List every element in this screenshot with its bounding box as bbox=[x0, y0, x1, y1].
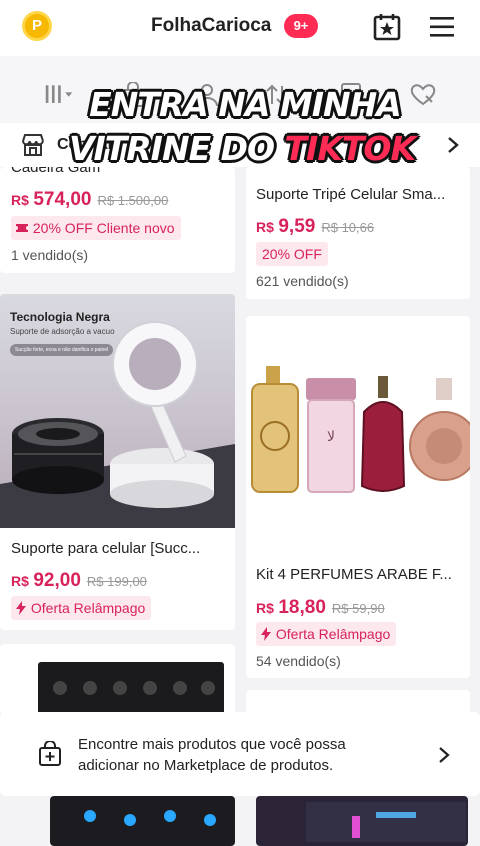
old-price: R$ 1.500,00 bbox=[97, 193, 169, 208]
mixer-lights-illustration bbox=[84, 810, 216, 826]
user-icon[interactable] bbox=[192, 82, 222, 108]
product-title: Kit 4 PERFUMES ARABE F... bbox=[256, 566, 452, 583]
product-title: Suporte Tripé Celular Sma... bbox=[256, 186, 446, 203]
product-card[interactable]: Suporte Tripé Celular Sma... R$ 9,59 R$ 1… bbox=[246, 167, 470, 299]
old-price: R$ 199,00 bbox=[86, 574, 147, 589]
product-image: ﻻ bbox=[246, 316, 470, 548]
marketplace-banner[interactable]: Encontre mais produtos que você possa ad… bbox=[0, 712, 480, 796]
product-card[interactable]: Cadeira Gam R$ 574,00 R$ 1.500,00 20% OFF… bbox=[0, 167, 235, 273]
coins-icon[interactable]: P bbox=[22, 11, 52, 41]
product-card[interactable] bbox=[0, 644, 235, 714]
sort-icon[interactable] bbox=[262, 82, 292, 108]
add-product-bag-icon bbox=[39, 741, 61, 766]
app-header: P FolhaCarioca 9+ bbox=[0, 0, 480, 56]
phone-holder-illustration bbox=[0, 321, 235, 528]
svg-text:ﻻ: ﻻ bbox=[327, 429, 335, 445]
shop-name: FolhaCarioca bbox=[151, 15, 272, 36]
product-price: R$ 9,59 R$ 10,66 bbox=[256, 216, 375, 237]
product-card[interactable]: ﻻ Kit 4 PERFUMES ARABE F... R$ 18,80 R$ 5… bbox=[246, 316, 470, 678]
old-price: R$ 59,90 bbox=[331, 601, 385, 616]
product-title: Suporte para celular [Succ... bbox=[11, 540, 201, 557]
sold-count: 1 vendido(s) bbox=[11, 247, 89, 263]
product-card[interactable]: Tecnologia Negra Suporte de adsorção a v… bbox=[0, 294, 235, 630]
heart-hand-icon[interactable] bbox=[408, 82, 438, 108]
bag-icon[interactable] bbox=[118, 82, 148, 108]
grid-view-icon[interactable] bbox=[44, 82, 74, 108]
document-icon[interactable] bbox=[336, 82, 366, 108]
ticket-icon bbox=[14, 224, 30, 232]
discount-tag: 20% OFF bbox=[256, 242, 328, 266]
product-price: R$ 92,00 R$ 199,00 bbox=[11, 570, 147, 591]
lightning-icon bbox=[261, 627, 271, 641]
chevron-right-icon[interactable] bbox=[446, 135, 460, 155]
keyboard-illustration bbox=[306, 802, 466, 842]
product-image bbox=[0, 644, 235, 714]
notification-badge[interactable]: 9+ bbox=[284, 14, 318, 38]
product-card[interactable] bbox=[50, 796, 235, 846]
product-price: R$ 574,00 R$ 1.500,00 bbox=[11, 189, 169, 210]
mixer-illustration bbox=[38, 662, 224, 714]
lightning-icon bbox=[16, 601, 26, 615]
central-bar[interactable]: Central bbox=[0, 123, 480, 167]
chevron-right-icon[interactable] bbox=[438, 746, 450, 764]
flash-sale-tag: Oferta Relâmpago bbox=[256, 622, 397, 646]
sold-count: 621 vendido(s) bbox=[256, 273, 349, 289]
product-image: Tecnologia Negra Suporte de adsorção a v… bbox=[0, 294, 235, 528]
bottom-product-row bbox=[0, 796, 480, 846]
old-price: R$ 10,66 bbox=[321, 220, 375, 235]
menu-icon[interactable] bbox=[428, 14, 456, 40]
store-icon bbox=[22, 134, 44, 156]
discount-tag: 20% OFF Cliente novo bbox=[11, 216, 181, 240]
flash-sale-tag: Oferta Relâmpago bbox=[11, 596, 152, 620]
calendar-star-icon[interactable] bbox=[372, 12, 402, 42]
toolbar bbox=[0, 56, 480, 126]
product-card[interactable] bbox=[256, 796, 468, 846]
product-title: Cadeira Gam bbox=[11, 167, 101, 176]
product-price: R$ 18,80 R$ 59,90 bbox=[256, 597, 385, 618]
banner-text: Encontre mais produtos que você possa ad… bbox=[78, 736, 346, 774]
perfumes-illustration: ﻻ bbox=[251, 366, 470, 493]
sold-count: 54 vendido(s) bbox=[256, 653, 341, 669]
central-label: Central bbox=[57, 136, 113, 153]
